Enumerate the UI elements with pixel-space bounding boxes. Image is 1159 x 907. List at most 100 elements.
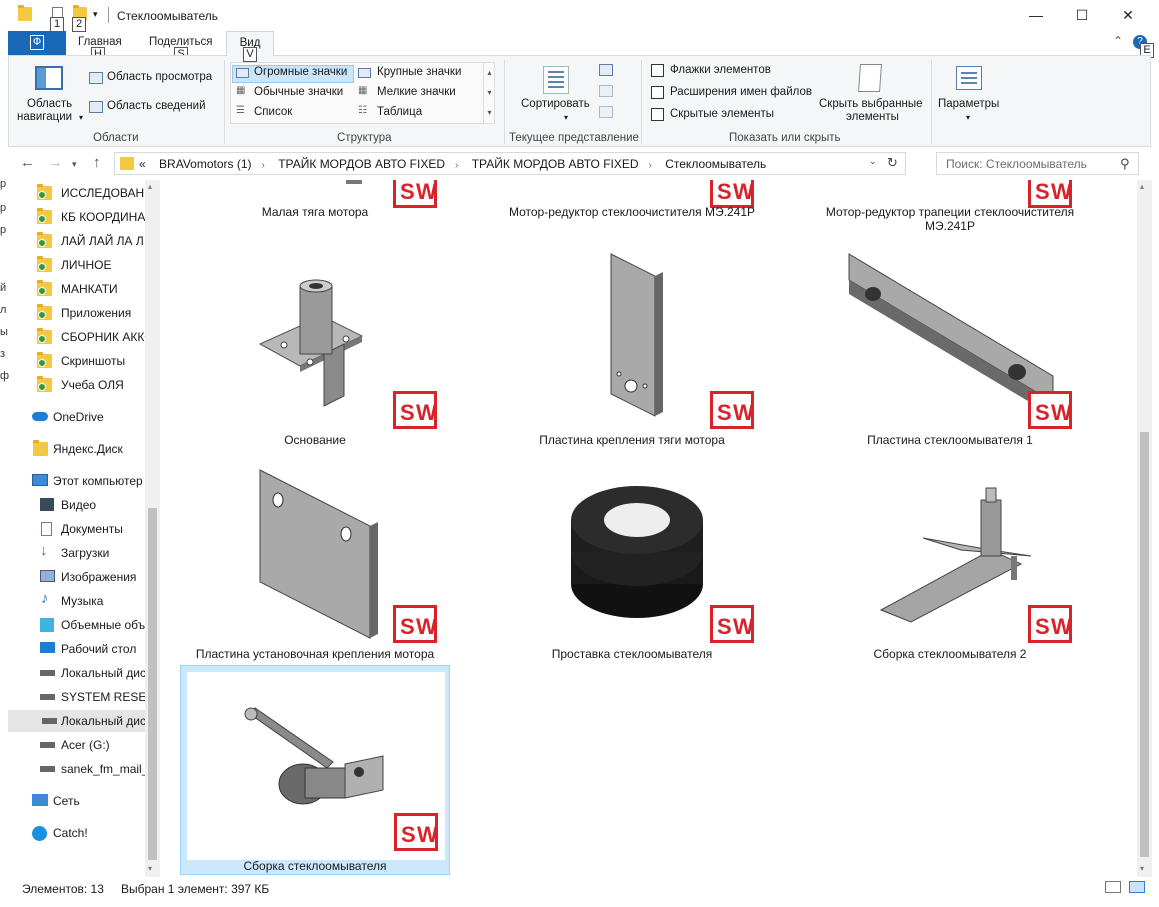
nav-item-system-reserved[interactable]: SYSTEM RESERV [30, 686, 148, 708]
details-view-icon[interactable] [1105, 881, 1121, 893]
minimize-button[interactable]: — [1013, 0, 1059, 31]
breadcrumb-item[interactable]: BRAVomotors (1) [159, 157, 251, 171]
nav-item-downloads[interactable]: ↓ Загрузки [30, 542, 148, 564]
forward-button[interactable]: → [48, 154, 63, 171]
folder-icon [120, 157, 134, 170]
nav-item-pictures[interactable]: Изображения [30, 566, 148, 588]
group-by-icon[interactable] [599, 64, 613, 76]
maximize-button[interactable]: ☐ [1059, 0, 1105, 31]
checkbox-file-extensions[interactable] [651, 86, 664, 99]
checkbox-item-checkboxes[interactable] [651, 64, 664, 77]
scroll-down-icon[interactable]: ▾ [148, 864, 152, 873]
nav-item-videos[interactable]: Видео [30, 494, 148, 516]
options-button[interactable]: Параметры [938, 98, 999, 110]
gallery-scroll[interactable]: ▴ ▾ ▾ [483, 63, 495, 123]
nav-item[interactable]: ЛАЙ ЛАЙ ЛА Л [30, 230, 148, 252]
nav-item-catch[interactable]: Catch! [30, 822, 148, 844]
nav-item-label: Документы [61, 522, 123, 536]
file-item[interactable]: S W Мотор-редуктор стеклоочистителя МЭ.2… [497, 180, 767, 219]
large-icons-view-icon[interactable] [1129, 881, 1145, 893]
address-dropdown-icon[interactable]: ⌄ [869, 156, 877, 167]
nav-item-3d-objects[interactable]: Объемные объ [30, 614, 148, 636]
nav-item-music[interactable]: ♪ Музыка [30, 590, 148, 612]
file-item[interactable]: S W Пластина крепления тяги мотора [497, 240, 767, 450]
sw-w: W [1051, 614, 1072, 639]
nav-item-mail-drive[interactable]: sanek_fm_mail_ [30, 758, 148, 780]
content-scrollbar[interactable]: ▴ ▾ [1137, 180, 1152, 877]
breadcrumb-item[interactable]: Стеклоомыватель [665, 157, 766, 171]
file-name: Сборка стеклоомывателя 2 [873, 647, 1027, 661]
back-button[interactable]: ← [20, 154, 35, 171]
file-item[interactable]: S W Пластина стеклоомывателя 1 [815, 240, 1085, 450]
nav-item-desktop[interactable]: Рабочий стол [30, 638, 148, 660]
file-item[interactable]: S W Пластина установочная крепления мото… [180, 454, 450, 664]
options-dropdown-icon[interactable]: ▾ [966, 113, 970, 122]
checkbox-hidden-items[interactable] [651, 108, 664, 121]
layout-huge-icons[interactable]: Огромные значки [254, 66, 347, 78]
search-input[interactable]: Поиск: Стеклоомыватель [946, 157, 1087, 171]
chevron-right-icon[interactable]: › [262, 160, 265, 171]
quick-access-dropdown-icon[interactable]: ▾ [93, 9, 98, 20]
nav-item-network[interactable]: Сеть [30, 790, 148, 812]
nav-item[interactable]: Приложения [30, 302, 148, 324]
nav-item-local-disk-selected[interactable]: Локальный дис [8, 710, 145, 732]
folder-icon [18, 5, 32, 21]
preview-pane-button[interactable]: Область просмотра [107, 71, 212, 83]
nav-scrollbar[interactable]: ▴ ▾ [145, 180, 160, 877]
group-separator [641, 60, 642, 144]
file-item[interactable]: S W Сборка стеклоомывателя 2 [815, 454, 1085, 664]
chevron-right-icon[interactable]: › [649, 160, 652, 171]
file-item[interactable]: S W Мотор-редуктор трапеции стеклоочисти… [815, 180, 1085, 233]
collapse-ribbon-icon[interactable]: ⌃ [1113, 34, 1123, 48]
music-icon: ♪ [41, 590, 49, 607]
nav-item-acer[interactable]: Acer (G:) [30, 734, 148, 756]
nav-item[interactable]: КБ КООРДИНА [30, 206, 148, 228]
address-bar[interactable]: « BRAVomotors (1) › ТРАЙК МОРДОВ АВТО FIX… [114, 152, 906, 175]
group-current-view-label: Текущее представление [509, 132, 639, 144]
layout-list[interactable]: Список [254, 106, 292, 118]
breadcrumb-item[interactable]: ТРАЙК МОРДОВ АВТО FIXED [472, 157, 639, 171]
nav-item-this-pc[interactable]: Этот компьютер [30, 470, 148, 492]
sort-button[interactable]: Сортировать [521, 98, 590, 110]
file-item-selected[interactable]: S W Сборка стеклоомывателя [180, 665, 450, 875]
breadcrumb-overflow[interactable]: « [139, 157, 146, 171]
nav-pane-label-1[interactable]: Область [27, 98, 72, 110]
details-pane-button[interactable]: Область сведений [107, 100, 206, 112]
scroll-up-icon[interactable]: ▴ [1140, 182, 1144, 191]
file-item[interactable]: S W Проставка стеклоомывателя [497, 454, 767, 664]
nav-item[interactable]: Скриншоты [30, 350, 148, 372]
scroll-thumb[interactable] [148, 508, 157, 860]
layout-table[interactable]: Таблица [377, 106, 422, 118]
nav-item-documents[interactable]: Документы [30, 518, 148, 540]
recent-locations-icon[interactable]: ▾ [72, 159, 77, 170]
hide-selected-label-1[interactable]: Скрыть выбранные [819, 98, 923, 110]
nav-item-yandex-disk[interactable]: Яндекс.Диск [30, 438, 148, 460]
layout-large-icons[interactable]: Крупные значки [377, 66, 461, 78]
scroll-up-icon[interactable]: ▴ [148, 182, 152, 191]
file-item[interactable]: S W Основание [180, 240, 450, 450]
scroll-thumb[interactable] [1140, 432, 1149, 857]
add-columns-icon [599, 85, 613, 97]
close-button[interactable]: ✕ [1105, 0, 1151, 31]
layout-small-icons[interactable]: Мелкие значки [377, 86, 456, 98]
up-button[interactable]: ↑ [93, 154, 101, 171]
nav-item[interactable]: СБОРНИК АККО [30, 326, 148, 348]
nav-item-onedrive[interactable]: OneDrive [30, 406, 148, 428]
nav-pane-label-2[interactable]: навигации [17, 111, 72, 123]
hide-selected-label-2[interactable]: элементы [846, 111, 899, 123]
file-item[interactable]: S W Малая тяга мотора [180, 180, 450, 219]
nav-item[interactable]: МАНКАТИ [30, 278, 148, 300]
sort-dropdown-icon[interactable]: ▾ [564, 113, 568, 122]
nav-pane-dropdown-icon[interactable]: ▾ [79, 113, 83, 122]
nav-item[interactable]: ЛИЧНОЕ [30, 254, 148, 276]
nav-item[interactable]: ИССЛЕДОВАНИ [30, 182, 148, 204]
refresh-icon[interactable]: ↻ [887, 155, 898, 171]
breadcrumb-item[interactable]: ТРАЙК МОРДОВ АВТО FIXED [278, 157, 445, 171]
search-icon[interactable]: ⚲ [1120, 156, 1130, 172]
layout-normal-icons[interactable]: Обычные значки [254, 86, 343, 98]
search-box[interactable]: Поиск: Стеклоомыватель ⚲ [936, 152, 1139, 175]
chevron-right-icon[interactable]: › [455, 160, 458, 171]
scroll-down-icon[interactable]: ▾ [1140, 864, 1144, 873]
nav-item[interactable]: Учеба ОЛЯ [30, 374, 148, 396]
nav-item-local-disk[interactable]: Локальный дис [30, 662, 148, 684]
